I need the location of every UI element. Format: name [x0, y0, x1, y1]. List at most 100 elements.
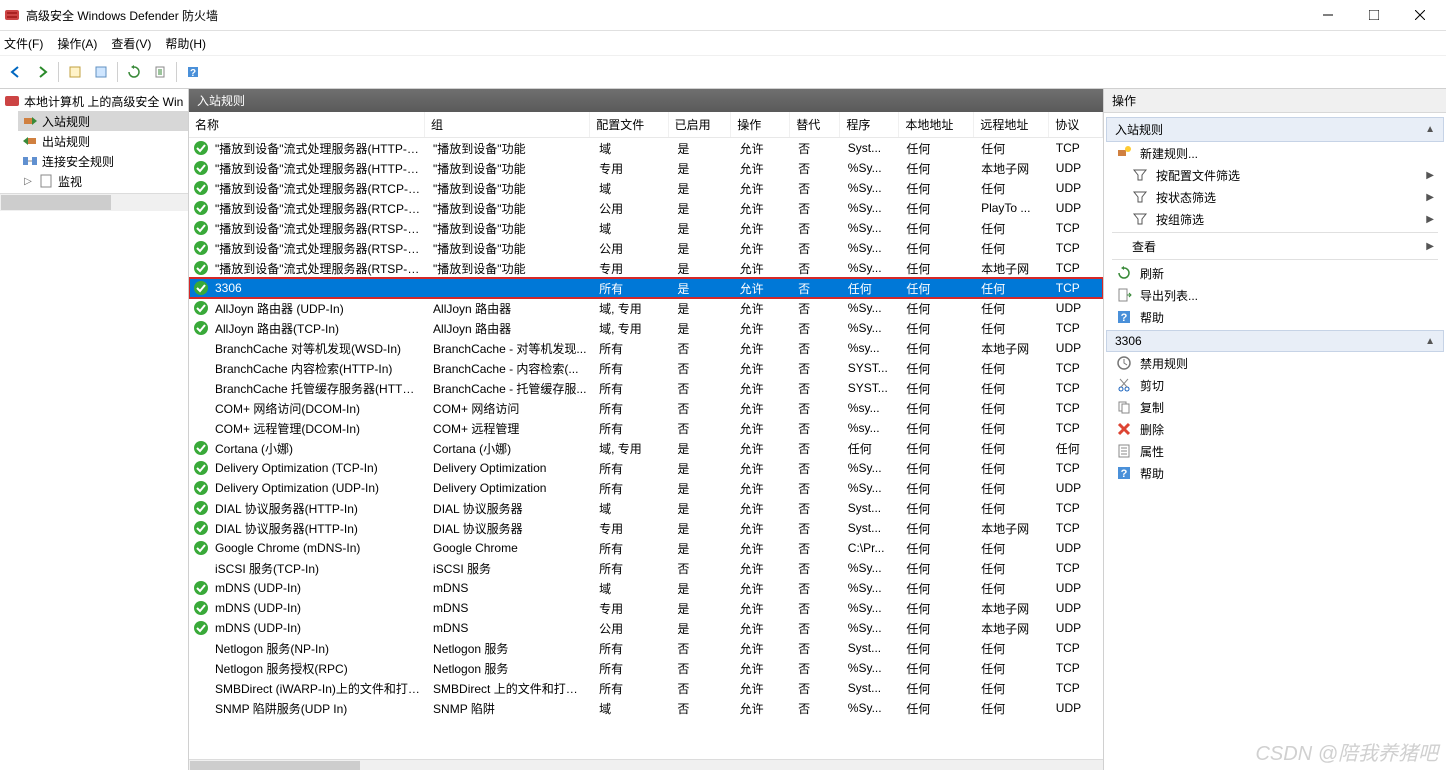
menubar: 文件(F) 操作(A) 查看(V) 帮助(H) [0, 31, 1446, 55]
table-row[interactable]: Cortana (小娜)Cortana (小娜)域, 专用是允许否任何任何任何任… [189, 438, 1103, 458]
table-row[interactable]: "播放到设备"流式处理服务器(RTSP-Stre..."播放到设备"功能域是允许… [189, 218, 1103, 238]
tree-connection-security[interactable]: 连接安全规则 [18, 151, 188, 171]
close-button[interactable] [1397, 1, 1442, 29]
action-delete[interactable]: 删除 [1106, 418, 1444, 440]
col-program[interactable]: 程序 [840, 112, 899, 137]
help-button[interactable]: ? [181, 60, 205, 84]
minimize-button[interactable] [1305, 1, 1350, 29]
table-row[interactable]: "播放到设备"流式处理服务器(RTSP-Stre..."播放到设备"功能公用是允… [189, 238, 1103, 258]
cell-remoteaddr: 任何 [975, 400, 1050, 417]
action-copy[interactable]: 复制 [1106, 396, 1444, 418]
table-row[interactable]: Netlogon 服务(NP-In)Netlogon 服务所有否允许否Syst.… [189, 638, 1103, 658]
table-row[interactable]: 3306所有是允许否任何任何任何TCP [189, 278, 1103, 298]
tree-outbound-rules[interactable]: 出站规则 [18, 131, 188, 151]
cell-program: 任何 [842, 440, 901, 457]
action-export[interactable]: 导出列表... [1106, 284, 1444, 306]
cell-override: 否 [792, 640, 842, 657]
tree-inbound-rules[interactable]: 入站规则 [18, 111, 188, 131]
table-row[interactable]: SNMP 陷阱服务(UDP In)SNMP 陷阱域否允许否%Sy...任何任何U… [189, 698, 1103, 718]
table-row[interactable]: "播放到设备"流式处理服务器(RTSP-Stre..."播放到设备"功能专用是允… [189, 258, 1103, 278]
action-filter-state[interactable]: 按状态筛选 ▶ [1106, 186, 1444, 208]
action-help2[interactable]: ? 帮助 [1106, 462, 1444, 484]
table-row[interactable]: SMBDirect (iWARP-In)上的文件和打印...SMBDirect … [189, 678, 1103, 698]
table-row[interactable]: "播放到设备"流式处理服务器(RTCP-Stre..."播放到设备"功能公用是允… [189, 198, 1103, 218]
col-protocol[interactable]: 协议 [1049, 112, 1103, 137]
menu-help[interactable]: 帮助(H) [165, 35, 206, 52]
table-row[interactable]: BranchCache 托管缓存服务器(HTTP-In)BranchCache … [189, 378, 1103, 398]
table-row[interactable]: Google Chrome (mDNS-In)Google Chrome所有是允… [189, 538, 1103, 558]
cell-action: 允许 [734, 660, 793, 677]
tree-root[interactable]: 本地计算机 上的高级安全 Win [0, 91, 188, 111]
table-row[interactable]: BranchCache 对等机发现(WSD-In)BranchCache - 对… [189, 338, 1103, 358]
action-refresh[interactable]: 刷新 [1106, 262, 1444, 284]
action-filter-group[interactable]: 按组筛选 ▶ [1106, 208, 1444, 230]
actions-panel-title: 操作 [1104, 89, 1446, 113]
actions-group-inbound[interactable]: 入站规则▲ [1106, 117, 1444, 142]
cell-localaddr: 任何 [900, 180, 975, 197]
home-button[interactable] [63, 60, 87, 84]
forward-button[interactable] [30, 60, 54, 84]
table-row[interactable]: AllJoyn 路由器(TCP-In)AllJoyn 路由器域, 专用是允许否%… [189, 318, 1103, 338]
col-profile[interactable]: 配置文件 [590, 112, 668, 137]
col-localaddr[interactable]: 本地地址 [899, 112, 974, 137]
table-row[interactable]: DIAL 协议服务器(HTTP-In)DIAL 协议服务器专用是允许否Syst.… [189, 518, 1103, 538]
table-row[interactable]: "播放到设备"流式处理服务器(RTCP-Stre..."播放到设备"功能域是允许… [189, 178, 1103, 198]
table-row[interactable]: Delivery Optimization (TCP-In)Delivery O… [189, 458, 1103, 478]
menu-view[interactable]: 查看(V) [111, 35, 151, 52]
table-row[interactable]: Netlogon 服务授权(RPC)Netlogon 服务所有否允许否%Sy..… [189, 658, 1103, 678]
table-row[interactable]: "播放到设备"流式处理服务器(HTTP-Stre..."播放到设备"功能专用是允… [189, 158, 1103, 178]
cell-localaddr: 任何 [900, 560, 975, 577]
action-view[interactable]: 查看 ▶ [1106, 235, 1444, 257]
left-hscroll[interactable] [0, 193, 188, 211]
enabled-icon [193, 520, 209, 536]
cell-override: 否 [792, 700, 842, 717]
cell-profile: 域 [593, 220, 671, 237]
col-group[interactable]: 组 [425, 112, 590, 137]
actions-group-selected[interactable]: 3306▲ [1106, 330, 1444, 352]
table-row[interactable]: Delivery Optimization (UDP-In)Delivery O… [189, 478, 1103, 498]
tree-monitor[interactable]: ▷ 监视 [18, 171, 188, 191]
col-name[interactable]: 名称 [189, 112, 425, 137]
action-filter-profile[interactable]: 按配置文件筛选 ▶ [1106, 164, 1444, 186]
cell-remoteaddr: 任何 [975, 140, 1050, 157]
action-new-rule[interactable]: 新建规则... [1106, 142, 1444, 164]
cell-name: SMBDirect (iWARP-In)上的文件和打印... [209, 680, 427, 697]
table-row[interactable]: "播放到设备"流式处理服务器(HTTP-Stre..."播放到设备"功能域是允许… [189, 138, 1103, 158]
col-enabled[interactable]: 已启用 [669, 112, 732, 137]
action-cut[interactable]: 剪切 [1106, 374, 1444, 396]
maximize-button[interactable] [1351, 1, 1396, 29]
enabled-icon [193, 500, 209, 516]
table-row[interactable]: mDNS (UDP-In)mDNS专用是允许否%Sy...任何本地子网UDP [189, 598, 1103, 618]
col-override[interactable]: 替代 [790, 112, 840, 137]
cell-action: 允许 [734, 360, 793, 377]
action-disable[interactable]: 禁用规则 [1106, 352, 1444, 374]
view-button[interactable] [89, 60, 113, 84]
action-properties[interactable]: 属性 [1106, 440, 1444, 462]
table-row[interactable]: COM+ 网络访问(DCOM-In)COM+ 网络访问所有否允许否%sy...任… [189, 398, 1103, 418]
enabled-icon [193, 180, 209, 196]
action-help[interactable]: ? 帮助 [1106, 306, 1444, 328]
menu-file[interactable]: 文件(F) [4, 35, 43, 52]
cell-profile: 所有 [593, 640, 671, 657]
table-row[interactable]: BranchCache 内容检索(HTTP-In)BranchCache - 内… [189, 358, 1103, 378]
expand-icon[interactable]: ▷ [22, 176, 34, 187]
table-row[interactable]: iSCSI 服务(TCP-In)iSCSI 服务所有否允许否%Sy...任何任何… [189, 558, 1103, 578]
refresh-button[interactable] [122, 60, 146, 84]
table-row[interactable]: AllJoyn 路由器 (UDP-In)AllJoyn 路由器域, 专用是允许否… [189, 298, 1103, 318]
table-row[interactable]: DIAL 协议服务器(HTTP-In)DIAL 协议服务器域是允许否Syst..… [189, 498, 1103, 518]
cell-remoteaddr: 任何 [975, 360, 1050, 377]
rules-hscroll[interactable] [189, 759, 1103, 770]
menu-action[interactable]: 操作(A) [57, 35, 97, 52]
table-row[interactable]: COM+ 远程管理(DCOM-In)COM+ 远程管理所有否允许否%sy...任… [189, 418, 1103, 438]
table-row[interactable]: mDNS (UDP-In)mDNS公用是允许否%Sy...任何本地子网UDP [189, 618, 1103, 638]
cell-action: 允许 [734, 560, 793, 577]
cell-localaddr: 任何 [900, 680, 975, 697]
export-button[interactable] [148, 60, 172, 84]
cell-action: 允许 [734, 380, 793, 397]
cell-enabled: 否 [671, 340, 733, 357]
col-remoteaddr[interactable]: 远程地址 [974, 112, 1049, 137]
col-action[interactable]: 操作 [731, 112, 790, 137]
rules-list[interactable]: "播放到设备"流式处理服务器(HTTP-Stre..."播放到设备"功能域是允许… [189, 138, 1103, 759]
table-row[interactable]: mDNS (UDP-In)mDNS域是允许否%Sy...任何任何UDP [189, 578, 1103, 598]
back-button[interactable] [4, 60, 28, 84]
